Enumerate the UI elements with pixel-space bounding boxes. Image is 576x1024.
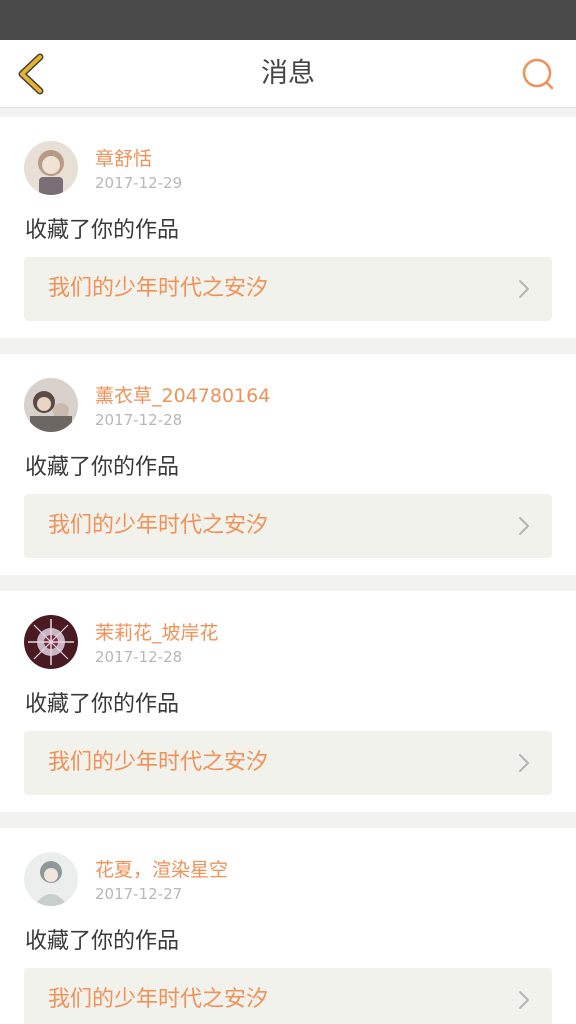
action-text: 收藏了你的作品 <box>25 929 180 954</box>
search-icon <box>522 58 554 90</box>
avatar-image <box>24 141 78 195</box>
page-title: 消息 <box>261 58 315 89</box>
work-title: 我们的少年时代之安汐 <box>48 987 269 1012</box>
action-text: 收藏了你的作品 <box>25 218 180 243</box>
chevron-right-icon <box>519 280 529 298</box>
user-name[interactable]: 茉莉花_坡岸花 <box>95 618 219 645</box>
user-name[interactable]: 薰衣草_204780164 <box>95 381 270 408</box>
message-date: 2017-12-29 <box>95 174 183 192</box>
search-button[interactable] <box>520 56 556 92</box>
user-name[interactable]: 章舒恬 <box>95 144 152 171</box>
message-date: 2017-12-27 <box>95 885 183 903</box>
work-title: 我们的少年时代之安汐 <box>48 276 269 301</box>
message-date: 2017-12-28 <box>95 648 183 666</box>
chevron-right-icon <box>519 517 529 535</box>
work-title: 我们的少年时代之安汐 <box>48 750 269 775</box>
message-date: 2017-12-28 <box>95 411 183 429</box>
status-bar <box>0 0 576 40</box>
avatar[interactable] <box>24 615 78 669</box>
action-text: 收藏了你的作品 <box>25 455 180 480</box>
avatar-image <box>24 615 78 669</box>
work-link[interactable]: 我们的少年时代之安汐 <box>24 494 552 558</box>
user-name[interactable]: 花夏，渲染星空 <box>95 855 228 882</box>
avatar-image <box>24 378 78 432</box>
avatar[interactable] <box>24 852 78 906</box>
avatar[interactable] <box>24 378 78 432</box>
avatar[interactable] <box>24 141 78 195</box>
chevron-right-icon <box>519 754 529 772</box>
work-link[interactable]: 我们的少年时代之安汐 <box>24 257 552 321</box>
work-link[interactable]: 我们的少年时代之安汐 <box>24 968 552 1024</box>
message-list: 章舒恬 2017-12-29 收藏了你的作品 我们的少年时代之安汐 薰衣草_20… <box>0 108 576 1024</box>
nav-bar: 消息 <box>0 40 576 108</box>
message-card: 章舒恬 2017-12-29 收藏了你的作品 我们的少年时代之安汐 <box>0 117 576 338</box>
message-card: 薰衣草_204780164 2017-12-28 收藏了你的作品 我们的少年时代… <box>0 354 576 575</box>
message-card: 茉莉花_坡岸花 2017-12-28 收藏了你的作品 我们的少年时代之安汐 <box>0 591 576 812</box>
chevron-right-icon <box>519 991 529 1009</box>
action-text: 收藏了你的作品 <box>25 692 180 717</box>
avatar-image <box>24 852 78 906</box>
message-card: 花夏，渲染星空 2017-12-27 收藏了你的作品 我们的少年时代之安汐 <box>0 828 576 1024</box>
work-title: 我们的少年时代之安汐 <box>48 513 269 538</box>
work-link[interactable]: 我们的少年时代之安汐 <box>24 731 552 795</box>
